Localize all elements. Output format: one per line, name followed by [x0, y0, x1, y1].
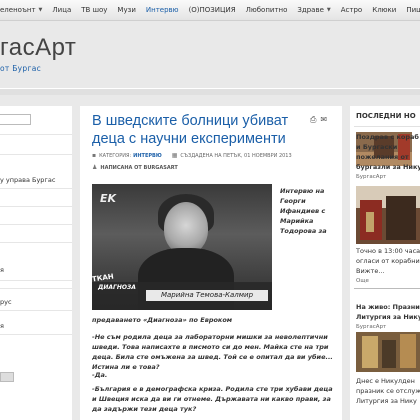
paragraph: -България е в демографска криза. Родила … — [92, 385, 333, 413]
news-title-line[interactable]: бургазли за Нику — [356, 162, 420, 172]
news-title-line[interactable]: На живо: Празни — [356, 302, 420, 312]
news-text-line: Литургия за Нику — [356, 397, 417, 405]
figure-head — [164, 202, 208, 254]
more-link[interactable]: Още — [356, 278, 369, 284]
sidebar-item[interactable]: рус — [0, 298, 12, 306]
news-text-line: празник се отслужи — [356, 387, 420, 395]
top-navigation: еленоънт ▼ Лица ТВ шоу Музи Интервю (О)ПОЗИЦИЯ… — [0, 0, 420, 21]
chevron-down-icon: ▼ — [38, 7, 43, 13]
divider — [0, 280, 72, 281]
nav-item[interactable]: Лица — [47, 0, 76, 20]
category-label: КАТЕГОРИЯ: — [99, 152, 132, 159]
divider — [0, 154, 72, 155]
news-source: БургасАрт — [356, 174, 387, 180]
author-name: НАПИСАНА ОТ BURGASART — [100, 164, 178, 171]
nav-item-label: Клюки — [372, 6, 397, 14]
article-meta: ▪ КАТЕГОРИЯ: ИНТЕРВЮ ▦ СЪЗДАДЕНА НА ПЕТЪ… — [92, 152, 292, 159]
article-image: EK ТКАН ДИАГНОЗА Марийна Темова-Калмир — [92, 184, 272, 310]
nav-item-label: (О)ПОЗИЦИЯ — [188, 6, 236, 14]
article-title[interactable]: В шведските болници убиват деца с научни… — [92, 112, 306, 148]
news-source: БургасАрт — [356, 324, 387, 330]
news-text-line: Точно в 13:00 часа — [356, 247, 420, 255]
nav-item[interactable]: ТВ шоу — [76, 0, 112, 20]
divider — [0, 188, 72, 189]
nav-item-label: Любопитно — [245, 6, 288, 14]
nav-item-label: Интервю — [145, 6, 179, 14]
right-sidebar: ПОСЛЕДНИ НО Поздрав с кораб и Бургаски п… — [350, 106, 420, 420]
news-text-line: огласи от корабни — [356, 257, 420, 265]
site-title[interactable]: гасАрт — [0, 34, 76, 62]
show-name: ДИАГНОЗА — [98, 284, 136, 291]
sidebar-item[interactable]: я — [0, 322, 4, 330]
nav-item-label: Лица — [52, 6, 72, 14]
article: В шведските болници убиват деца с научни… — [80, 106, 342, 420]
created-date: СЪЗДАДЕНА НА ПЕТЪК, 01 НОЕМВРИ 2013 — [180, 152, 292, 159]
sidebar-item[interactable]: я — [0, 266, 4, 274]
category-link[interactable]: ИНТЕРВЮ — [133, 153, 162, 159]
nav-item-label: Музи — [117, 6, 136, 14]
left-sidebar: у управа Бургас я рус я — [0, 106, 72, 420]
nav-item[interactable]: Клюки — [367, 0, 401, 20]
news-title-line[interactable]: Литургия за Нику — [356, 312, 420, 322]
sidebar-item[interactable]: у управа Бургас — [0, 176, 55, 184]
divider — [0, 224, 72, 225]
paragraph: -Не съм родила деца за лабораторни мишки… — [92, 333, 333, 371]
paragraph: -Да. — [92, 371, 108, 379]
slider-track[interactable] — [354, 288, 420, 289]
search-input[interactable] — [0, 114, 31, 125]
divider — [0, 134, 72, 135]
news-text-line: Днес е Никулден — [356, 377, 415, 385]
nav-item[interactable]: (О)ПОЗИЦИЯ — [184, 0, 241, 20]
news-image[interactable] — [356, 332, 420, 372]
divider — [0, 206, 72, 207]
email-icon[interactable]: ✉ — [320, 115, 327, 125]
nav-item-label: Здраве — [297, 6, 324, 14]
calendar-icon: ▦ — [171, 152, 178, 159]
nav-item[interactable]: еленоънт ▼ — [0, 0, 47, 20]
nav-item[interactable]: Астро — [336, 0, 367, 20]
image-side-caption: Интервю на Георги Ифандиев с Марийка Тод… — [280, 187, 327, 235]
sidebar-button[interactable] — [0, 372, 14, 382]
news-title-line[interactable]: Поздрав с кораб — [356, 132, 420, 142]
chevron-down-icon: ▼ — [326, 7, 331, 13]
article-author: ♟ НАПИСАНА ОТ BURGASART — [92, 164, 178, 171]
folder-icon: ▪ — [92, 152, 97, 159]
news-title-line[interactable]: пожелания от — [356, 152, 420, 162]
news-image[interactable] — [356, 186, 420, 244]
divider — [354, 126, 420, 127]
header-divider — [0, 88, 420, 95]
nav-item-label: Астро — [340, 6, 363, 14]
nav-item-label: ТВ шоу — [81, 6, 108, 14]
article-tools: ⎙ ✉ — [310, 115, 327, 125]
nav-item[interactable]: Пищ — [401, 0, 420, 20]
divider — [0, 334, 72, 335]
image-caption: предаването «Диагноза» по Евроком — [92, 316, 233, 324]
tv-logo: EK — [100, 192, 117, 205]
news-title-line[interactable]: и Бургаски — [356, 142, 420, 152]
divider — [0, 288, 72, 289]
nav-item[interactable]: Любопитно — [241, 0, 293, 20]
nav-item-label: еленоънт — [0, 6, 36, 14]
nav-item[interactable]: Музи — [112, 0, 140, 20]
latest-news-heading: ПОСЛЕДНИ НО — [356, 112, 416, 120]
divider — [0, 242, 72, 243]
site-subtitle: от Бургас — [0, 64, 42, 73]
print-icon[interactable]: ⎙ — [310, 115, 316, 125]
divider — [0, 310, 72, 311]
news-text-line[interactable]: Вижте... — [356, 266, 420, 276]
nav-item-label: Пищ — [406, 6, 420, 14]
user-icon: ♟ — [92, 164, 98, 171]
nav-item[interactable]: Здраве ▼ — [292, 0, 335, 20]
nav-item[interactable]: Интервю — [141, 0, 184, 20]
name-caption: Марийна Темова-Калмир — [146, 290, 268, 301]
